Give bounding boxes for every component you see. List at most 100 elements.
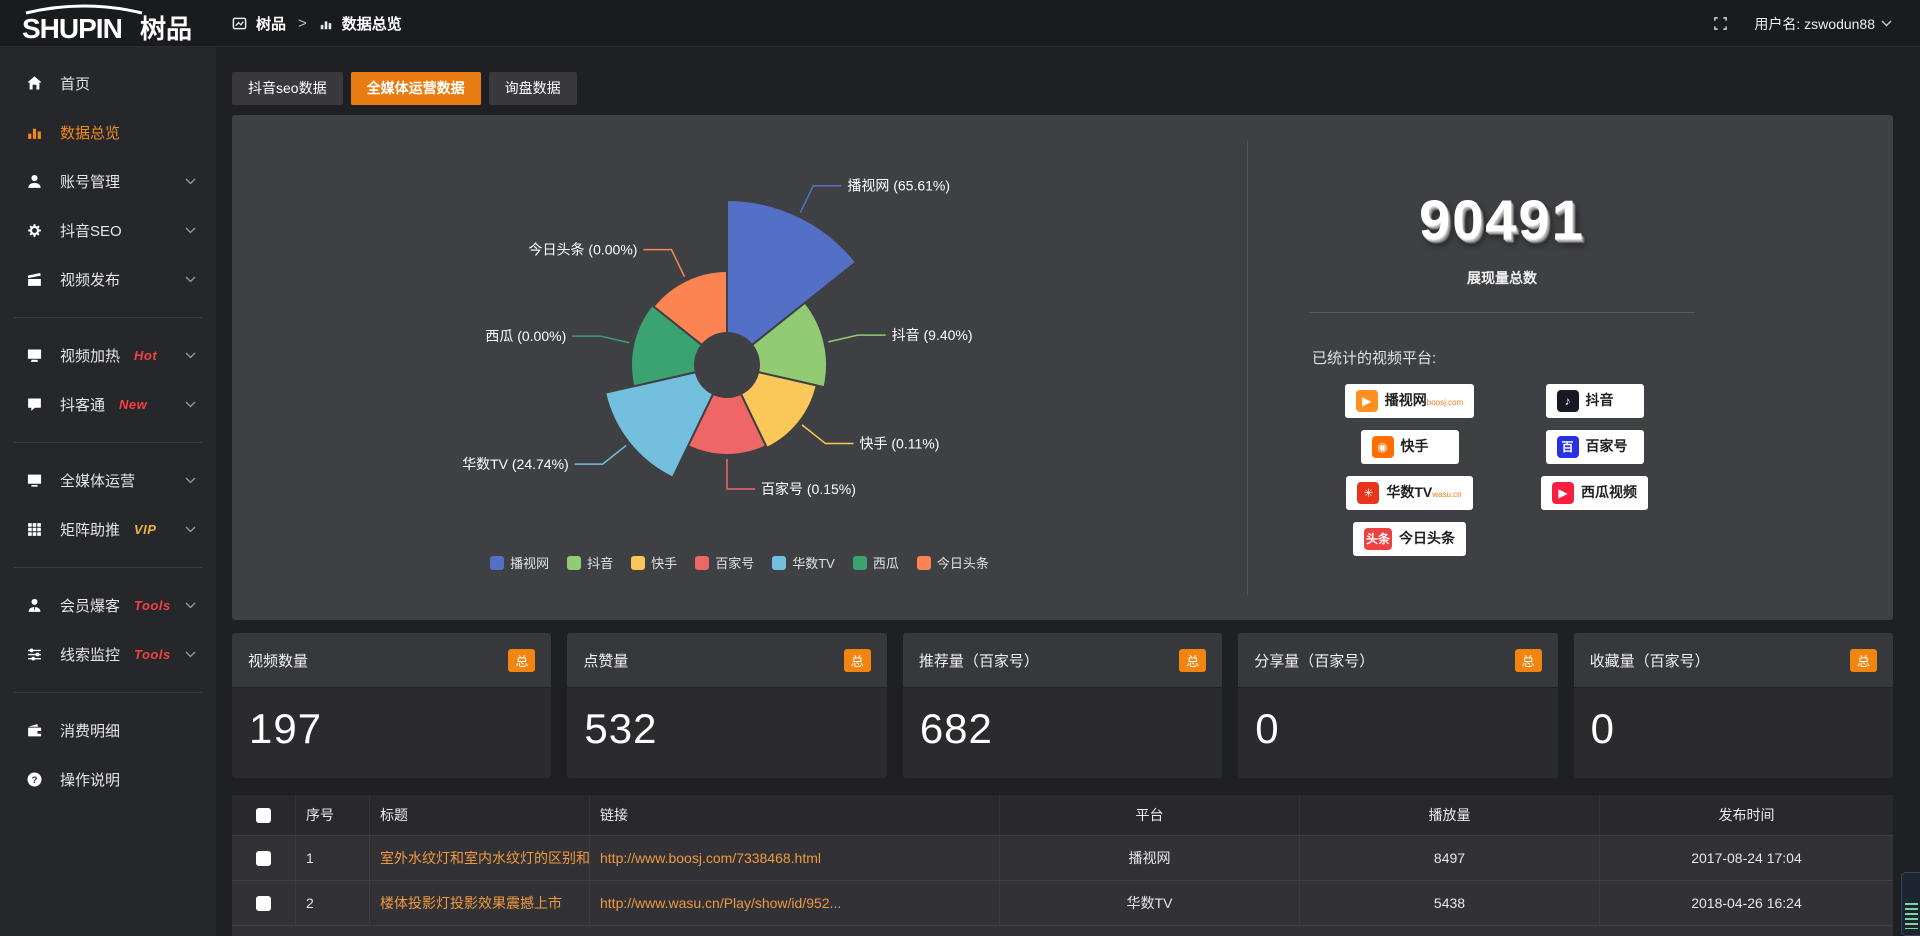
sidebar-item-wallet[interactable]: 消费明细 bbox=[0, 706, 216, 755]
platform-badge-播视网: ▶播视网boosj.com bbox=[1345, 384, 1474, 418]
stripes-icon bbox=[1905, 903, 1918, 929]
board-icon bbox=[232, 16, 247, 31]
total-badge: 总 bbox=[1515, 649, 1542, 672]
legend-item-播视网[interactable]: 播视网 bbox=[490, 553, 549, 572]
column-header: 播放量 bbox=[1300, 795, 1600, 835]
pie-label-line bbox=[575, 445, 626, 464]
sidebar-item-sliders[interactable]: 线索监控Tools bbox=[0, 630, 216, 679]
stat-cards: 视频数量总197点赞量总532推荐量（百家号）总682分享量（百家号）总0收藏量… bbox=[232, 633, 1893, 778]
stat-card-value: 0 bbox=[1238, 688, 1557, 753]
cell-time: 2018-04-26 16:24 bbox=[1600, 881, 1893, 925]
stat-card-value: 197 bbox=[232, 688, 551, 753]
legend-marker bbox=[490, 556, 504, 570]
legend-marker bbox=[772, 556, 786, 570]
sidebar-item-user[interactable]: 账号管理 bbox=[0, 157, 216, 206]
sidebar-item-chat[interactable]: 抖客通New bbox=[0, 380, 216, 429]
cell-link: http://www.boosj.com/7338468.html bbox=[590, 836, 1000, 880]
sidebar-divider bbox=[14, 567, 202, 568]
logo-arc bbox=[26, 6, 142, 13]
cell-plays: 8497 bbox=[1300, 836, 1600, 880]
bar-chart-icon bbox=[319, 17, 333, 31]
chart-panel: 播视网 (65.61%)抖音 (9.40%)快手 (0.11%)百家号 (0.1… bbox=[232, 115, 1893, 620]
breadcrumb-root[interactable]: 树品 bbox=[256, 13, 286, 34]
total-label: 展现量总数 bbox=[1272, 268, 1732, 288]
platform-sub: boosj.com bbox=[1427, 398, 1463, 407]
cell-link: http://www.wasu.cn/Play/show/id/952... bbox=[590, 881, 1000, 925]
legend-marker bbox=[567, 556, 581, 570]
platform-name: 西瓜视频 bbox=[1581, 484, 1637, 500]
question-icon: ? bbox=[26, 771, 45, 788]
platform-name: 快手 bbox=[1401, 438, 1429, 454]
video-url-link[interactable]: http://www.boosj.com/7338468.html bbox=[600, 850, 821, 866]
sidebar-item-label: 消费明细 bbox=[60, 720, 120, 741]
legend-item-今日头条[interactable]: 今日头条 bbox=[917, 553, 989, 572]
table-header-row: 序号标题链接平台播放量发布时间 bbox=[232, 795, 1893, 835]
sidebar-item-question[interactable]: ?操作说明 bbox=[0, 755, 216, 804]
sidebar-item-person[interactable]: 会员爆客Tools bbox=[0, 581, 216, 630]
floating-scroll-widget[interactable] bbox=[1901, 872, 1920, 936]
user-menu[interactable]: 用户名: zswodun88 bbox=[1754, 14, 1892, 34]
total-badge: 总 bbox=[508, 649, 535, 672]
sidebar-divider bbox=[14, 692, 202, 693]
legend-item-西瓜[interactable]: 西瓜 bbox=[853, 553, 899, 572]
pie-label-line bbox=[828, 335, 885, 342]
sidebar-item-label: 视频发布 bbox=[60, 269, 120, 290]
checkbox-cell bbox=[232, 836, 296, 880]
cell-plays: 5438 bbox=[1300, 881, 1600, 925]
logo-latin-text: SHUPIN bbox=[22, 13, 122, 44]
legend-item-抖音[interactable]: 抖音 bbox=[567, 553, 613, 572]
sidebar-item-label: 抖客通 bbox=[60, 394, 105, 415]
legend-label: 今日头条 bbox=[937, 553, 989, 572]
sidebar-item-monitor[interactable]: 全媒体运营 bbox=[0, 456, 216, 505]
video-title-link[interactable]: 室外水纹灯和室内水纹灯的区别和简介 bbox=[380, 848, 590, 868]
legend-item-百家号[interactable]: 百家号 bbox=[695, 553, 754, 572]
sidebar-item-home[interactable]: 首页 bbox=[0, 59, 216, 108]
sidebar-item-bar-chart[interactable]: 数据总览 bbox=[0, 108, 216, 157]
video-table: 序号标题链接平台播放量发布时间1 室外水纹灯和室内水纹灯的区别和简介 http://… bbox=[232, 795, 1893, 936]
legend-marker bbox=[631, 556, 645, 570]
sidebar-item-gear[interactable]: 抖音SEO bbox=[0, 206, 216, 255]
legend-label: 播视网 bbox=[510, 553, 549, 572]
chevron-down-icon bbox=[185, 352, 196, 359]
legend-item-华数TV[interactable]: 华数TV bbox=[772, 553, 835, 572]
platform-badge-西瓜视频: ▶西瓜视频 bbox=[1541, 476, 1648, 510]
breadcrumb-current: 数据总览 bbox=[342, 13, 402, 34]
chevron-down-icon bbox=[185, 227, 196, 234]
pie-label-line bbox=[800, 186, 841, 213]
summary-panel: 90491 展现量总数 已统计的视频平台: ▶播视网boosj.com♪抖音◉快… bbox=[1272, 115, 1732, 620]
platform-name: 百家号 bbox=[1586, 438, 1628, 454]
row-checkbox[interactable] bbox=[256, 851, 271, 866]
sidebar-item-heat[interactable]: 视频加热Hot bbox=[0, 331, 216, 380]
platform-sub: wasu.cn bbox=[1432, 490, 1461, 499]
pie-label: 播视网 (65.61%) bbox=[847, 178, 950, 194]
cell-no: 1 bbox=[296, 836, 370, 880]
legend-label: 西瓜 bbox=[873, 553, 899, 572]
pie-slice-华数TV[interactable] bbox=[605, 372, 713, 478]
column-header: 标题 bbox=[370, 795, 590, 835]
sidebar-item-grid[interactable]: 矩阵助推VIP bbox=[0, 505, 216, 554]
sidebar-item-label: 账号管理 bbox=[60, 171, 120, 192]
stat-card-title: 分享量（百家号） bbox=[1254, 650, 1374, 671]
sidebar-divider bbox=[14, 442, 202, 443]
video-title-link[interactable]: 楼体投影灯投影效果震撼上市 bbox=[380, 893, 562, 913]
row-checkbox[interactable] bbox=[256, 896, 271, 911]
pie-label: 西瓜 (0.00%) bbox=[485, 328, 566, 344]
stat-card-推荐量（百家号）: 推荐量（百家号）总682 bbox=[903, 633, 1222, 778]
stat-card-header: 点赞量总 bbox=[567, 633, 886, 688]
tab-全媒体运营数据[interactable]: 全媒体运营数据 bbox=[351, 72, 481, 105]
table-row: 1 室外水纹灯和室内水纹灯的区别和简介 http://www.boosj.com/7… bbox=[232, 835, 1893, 880]
tab-询盘数据[interactable]: 询盘数据 bbox=[489, 72, 577, 105]
sidebar-item-clapper[interactable]: 视频发布 bbox=[0, 255, 216, 304]
legend-marker bbox=[695, 556, 709, 570]
platforms-label: 已统计的视频平台: bbox=[1312, 347, 1732, 368]
tab-抖音seo数据[interactable]: 抖音seo数据 bbox=[232, 72, 343, 105]
legend-item-快手[interactable]: 快手 bbox=[631, 553, 677, 572]
boosj-logo-icon: ▶ bbox=[1356, 390, 1378, 412]
sidebar-item-label: 矩阵助推 bbox=[60, 519, 120, 540]
sidebar-item-label: 抖音SEO bbox=[60, 220, 122, 241]
select-all-checkbox[interactable] bbox=[256, 808, 271, 823]
sidebar-divider bbox=[14, 317, 202, 318]
sidebar-item-badge: Tools bbox=[134, 598, 171, 613]
fullscreen-icon[interactable] bbox=[1713, 16, 1728, 31]
video-url-link[interactable]: http://www.wasu.cn/Play/show/id/952... bbox=[600, 895, 841, 911]
